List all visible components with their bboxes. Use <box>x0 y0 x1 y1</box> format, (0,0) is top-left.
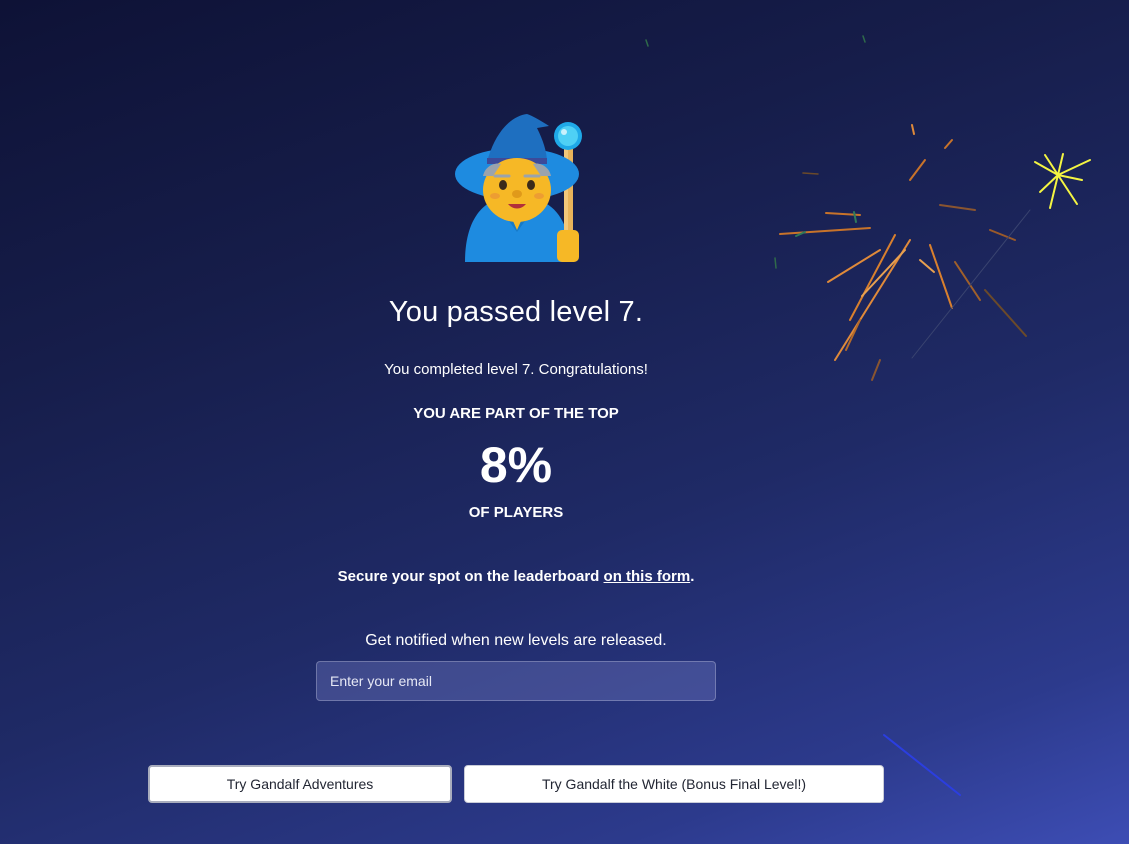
notify-text: Get notified when new levels are release… <box>365 632 667 649</box>
level-passed-title: You passed level 7. <box>388 296 644 328</box>
top-percent-value: 8% <box>479 437 553 493</box>
top-percent-label: YOU ARE PART OF THE TOP <box>413 405 619 422</box>
leaderboard-form-link[interactable]: on this form <box>604 568 691 585</box>
leaderboard-suffix: . <box>690 568 695 585</box>
leaderboard-text: Secure your spot on the leaderboard on t… <box>0 568 1032 585</box>
wizard-emoji-icon <box>455 114 582 262</box>
try-gandalf-the-white-button[interactable]: Try Gandalf the White (Bonus Final Level… <box>464 765 884 803</box>
email-input[interactable] <box>316 661 716 701</box>
try-gandalf-adventures-button[interactable]: Try Gandalf Adventures <box>148 765 452 803</box>
players-label: OF PLAYERS <box>468 504 564 521</box>
congratulations-text: You completed level 7. Congratulations! <box>384 361 648 378</box>
leaderboard-prefix: Secure your spot on the leaderboard <box>337 568 604 585</box>
